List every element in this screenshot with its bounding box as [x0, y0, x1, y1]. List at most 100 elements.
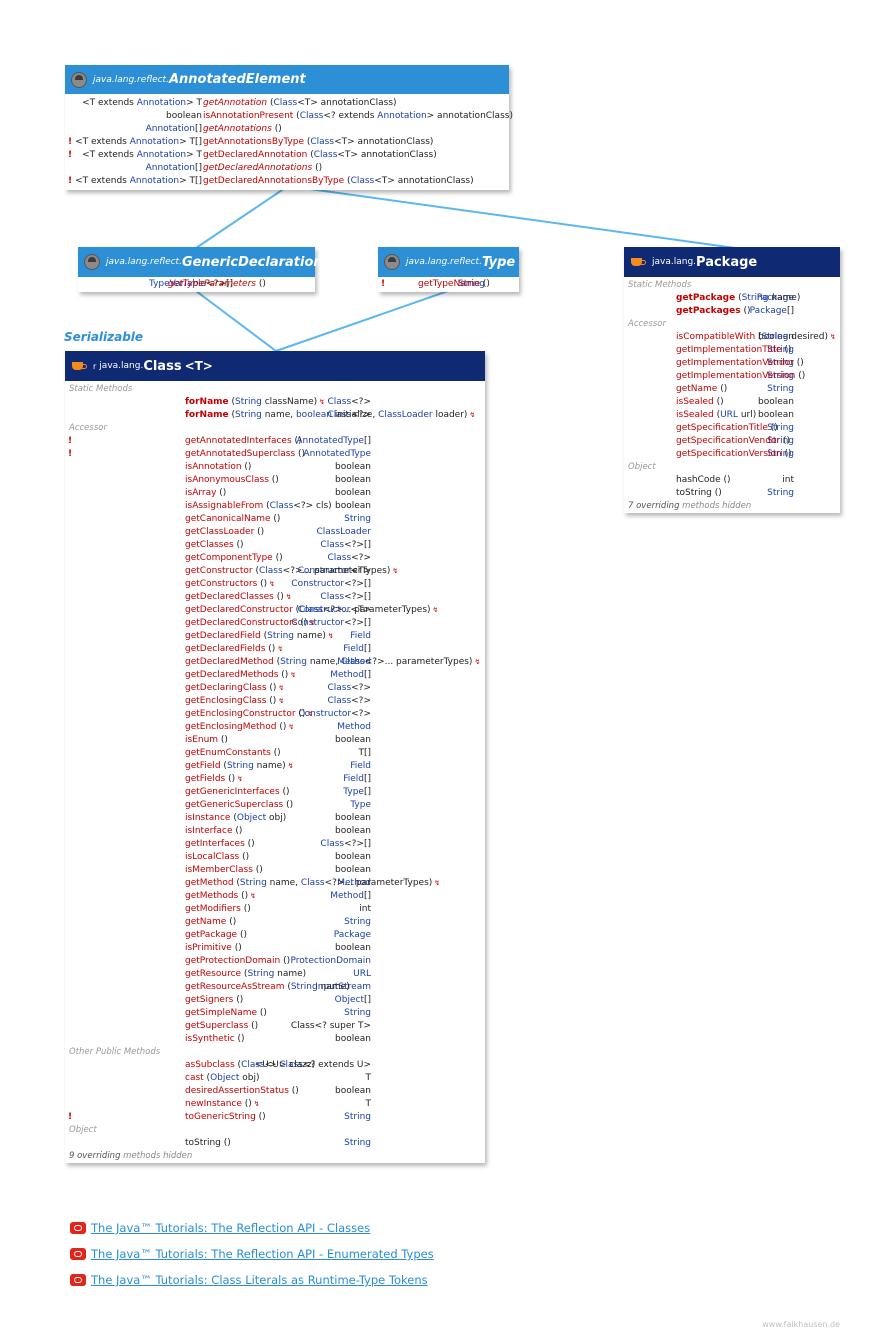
method-name[interactable]: getImplementationVendor	[676, 358, 794, 368]
method-name[interactable]: cast	[185, 1073, 204, 1083]
class-header[interactable]: r java.lang. Class <T>	[65, 351, 485, 381]
method-row[interactable]: Constructor<?> getEnclosingConstructor ()…	[65, 708, 485, 721]
method-name[interactable]: isSynthetic	[185, 1034, 235, 1044]
method-row[interactable]: boolean isSynthetic ()	[65, 1033, 485, 1046]
method-row[interactable]: boolean isArray ()	[65, 487, 485, 500]
method-row[interactable]: String getImplementationVendor ()	[624, 357, 840, 370]
method-name[interactable]: getComponentType	[185, 553, 273, 563]
method-row[interactable]: Method getDeclaredMethod (String name, Cl…	[65, 656, 485, 669]
method-row[interactable]: Type getGenericSuperclass ()	[65, 799, 485, 812]
tutorial-link[interactable]: The Java™ Tutorials: Class Literals as R…	[70, 1267, 434, 1293]
method-row[interactable]: Package getPackage ()	[65, 929, 485, 942]
method-name[interactable]: getAnnotationsByType	[203, 137, 304, 147]
method-row[interactable]: Class<?> forName (String name, boolean in…	[65, 409, 485, 422]
method-name[interactable]: getConstructors	[185, 579, 257, 589]
method-row[interactable]: <U> Class<? extends U> asSubclass (Class<…	[65, 1059, 485, 1072]
method-name[interactable]: newInstance	[185, 1099, 242, 1109]
method-row[interactable]: boolean isSealed ()	[624, 396, 840, 409]
method-row[interactable]: TnewInstance () ↯	[65, 1098, 485, 1111]
method-row[interactable]: <T extends Annotation> TgetAnnotation (C…	[65, 97, 509, 110]
method-name[interactable]: getCanonicalName	[185, 514, 271, 524]
method-row[interactable]: Class<? super T> getSuperclass ()	[65, 1020, 485, 1033]
method-row[interactable]: Constructor<?>[] getDeclaredConstructors …	[65, 617, 485, 630]
method-row[interactable]: Field getField (String name) ↯	[65, 760, 485, 773]
method-name[interactable]: isAnonymousClass	[185, 475, 269, 485]
method-name[interactable]: isAnnotationPresent	[203, 111, 293, 121]
method-name[interactable]: getMethod	[185, 878, 234, 888]
method-name[interactable]: getName	[185, 917, 226, 927]
method-row[interactable]: Constructor<T> getDeclaredConstructor (Cl…	[65, 604, 485, 617]
method-name[interactable]: getEnclosingConstructor	[185, 709, 296, 719]
method-row[interactable]: boolean isAnnotation ()	[65, 461, 485, 474]
method-row[interactable]: ! <T extends Annotation> T[] getAnnotation…	[65, 136, 509, 149]
method-name[interactable]: getPackages	[676, 306, 741, 316]
method-row[interactable]: ! String toGenericString ()	[65, 1111, 485, 1124]
method-row[interactable]: boolean isInstance (Object obj)	[65, 812, 485, 825]
method-name[interactable]: getDeclaredClasses	[185, 592, 274, 602]
method-row[interactable]: String getName ()	[624, 383, 840, 396]
method-row[interactable]: boolean isAssignableFrom (Class<?> cls)	[65, 500, 485, 513]
method-name[interactable]: getClassLoader	[185, 527, 254, 537]
method-name[interactable]: getSpecificationVendor	[676, 436, 780, 446]
method-row[interactable]: Class<?> getDeclaringClass () ↯	[65, 682, 485, 695]
method-row[interactable]: InputStream getResourceAsStream (String n…	[65, 981, 485, 994]
method-row[interactable]: boolean isCompatibleWith (String desired)…	[624, 331, 840, 344]
method-row[interactable]: Method[] getDeclaredMethods () ↯	[65, 669, 485, 682]
method-name[interactable]: getInterfaces	[185, 839, 245, 849]
method-name[interactable]: isInterface	[185, 826, 232, 836]
method-name[interactable]: getDeclaredAnnotationsByType	[203, 176, 344, 186]
method-name[interactable]: getField	[185, 761, 221, 771]
method-name[interactable]: getDeclaredAnnotations	[203, 163, 312, 173]
method-row[interactable]: Constructor<?>[] getConstructors () ↯	[65, 578, 485, 591]
method-row[interactable]: Class<?> getComponentType ()	[65, 552, 485, 565]
method-name[interactable]: getDeclaredFields	[185, 644, 265, 654]
method-name[interactable]: getProtectionDomain	[185, 956, 280, 966]
method-row[interactable]: Constructor<T> getConstructor (Class<?>..…	[65, 565, 485, 578]
method-row[interactable]: Class<?>[] getDeclaredClasses () ↯	[65, 591, 485, 604]
method-name[interactable]: getSpecificationVersion	[676, 449, 782, 459]
method-row[interactable]: boolean isMemberClass ()	[65, 864, 485, 877]
method-name[interactable]: getImplementationVersion	[676, 371, 795, 381]
method-name[interactable]: getEnclosingClass	[185, 696, 266, 706]
method-name[interactable]: getGenericSuperclass	[185, 800, 283, 810]
method-name[interactable]: toString	[676, 488, 712, 498]
method-name[interactable]: getPackage	[676, 293, 735, 303]
type-header[interactable]: java.lang.reflect. Type	[378, 247, 519, 277]
method-name[interactable]: getDeclaredMethods	[185, 670, 278, 680]
method-row[interactable]: Type[] getGenericInterfaces ()	[65, 786, 485, 799]
method-row[interactable]: Field[] getFields () ↯	[65, 773, 485, 786]
method-name[interactable]: isEnum	[185, 735, 218, 745]
method-row[interactable]: Method[] getMethods () ↯	[65, 890, 485, 903]
method-name[interactable]: getResourceAsStream	[185, 982, 284, 992]
method-row[interactable]: Class<?>[] getClasses ()	[65, 539, 485, 552]
method-row[interactable]: Class<?>[] getInterfaces ()	[65, 838, 485, 851]
method-row[interactable]: Class<?> forName (String className) ↯	[65, 396, 485, 409]
method-row[interactable]: boolean isEnum ()	[65, 734, 485, 747]
method-name[interactable]: getDeclaredMethod	[185, 657, 274, 667]
method-row[interactable]: String toString ()	[624, 487, 840, 500]
method-row[interactable]: T[] getEnumConstants ()	[65, 747, 485, 760]
method-name[interactable]: forName	[185, 410, 229, 420]
method-row[interactable]: String getSpecificationTitle ()	[624, 422, 840, 435]
method-row[interactable]: String getImplementationVersion ()	[624, 370, 840, 383]
method-row[interactable]: String toString ()	[65, 1137, 485, 1150]
method-row[interactable]: boolean isLocalClass ()	[65, 851, 485, 864]
method-row[interactable]: TypeVariable<?>[] getTypeParameters ()	[78, 278, 315, 291]
method-row[interactable]: boolean isAnnotationPresent (Class<? exte…	[65, 110, 513, 123]
method-row[interactable]: Object[] getSigners ()	[65, 994, 485, 1007]
method-name[interactable]: toString	[185, 1138, 221, 1148]
tutorial-link-text[interactable]: The Java™ Tutorials: The Reflection API …	[91, 1221, 370, 1235]
method-row[interactable]: String getSimpleName ()	[65, 1007, 485, 1020]
method-row[interactable]: Package getPackage (String name)	[624, 292, 840, 305]
method-row[interactable]: boolean isInterface ()	[65, 825, 485, 838]
method-name[interactable]: getMethods	[185, 891, 238, 901]
method-name[interactable]: getDeclaringClass	[185, 683, 267, 693]
method-row[interactable]: String getSpecificationVersion ()	[624, 448, 840, 461]
method-name[interactable]: getTypeParameters	[168, 279, 256, 289]
method-name[interactable]: getDeclaredConstructor	[185, 605, 293, 615]
method-row[interactable]: ProtectionDomain getProtectionDomain ()	[65, 955, 485, 968]
method-name[interactable]: getTypeName	[418, 279, 480, 289]
method-row[interactable]: ! <T extends Annotation> TgetDeclaredAnno…	[65, 149, 509, 162]
method-name[interactable]: desiredAssertionStatus	[185, 1086, 289, 1096]
method-name[interactable]: getDeclaredField	[185, 631, 261, 641]
